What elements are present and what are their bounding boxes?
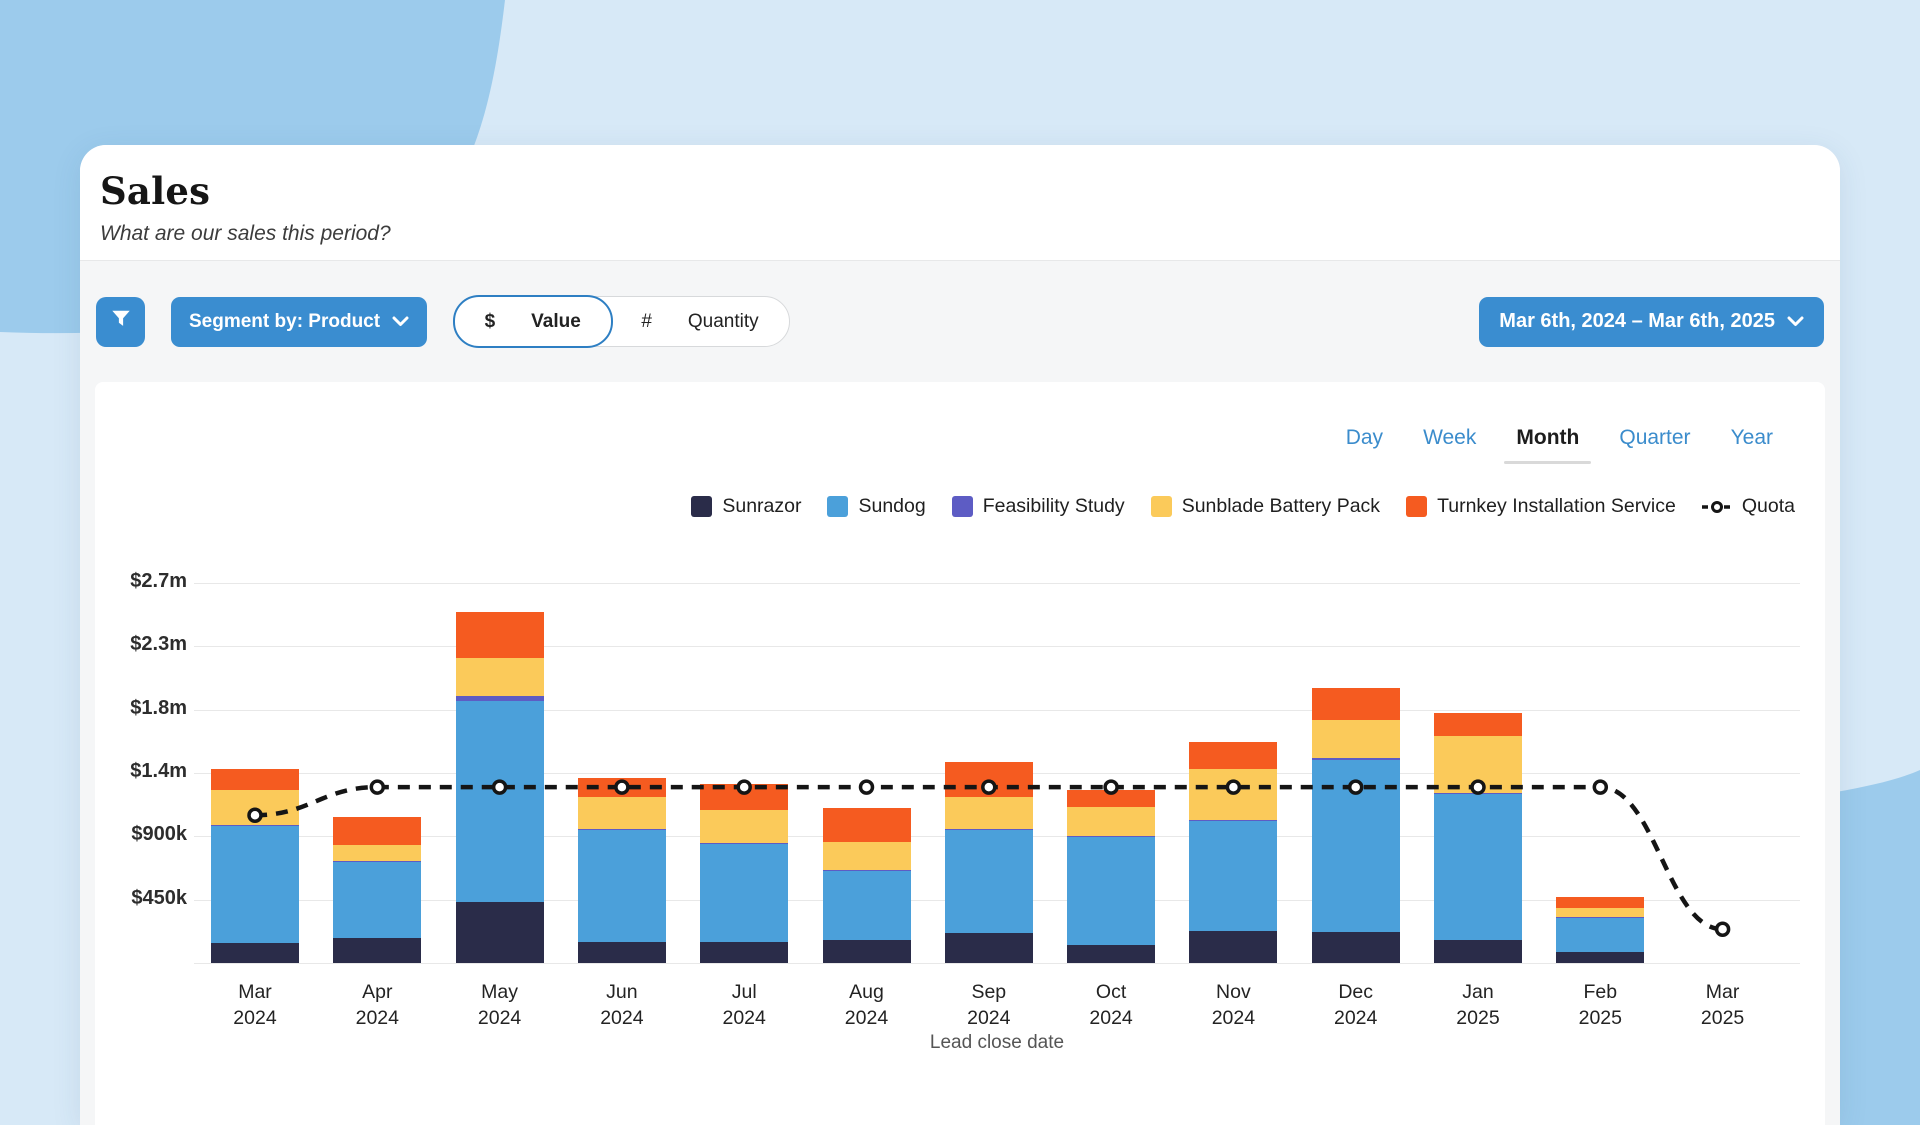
sales-card: Sales What are our sales this period? Se… xyxy=(80,145,1840,1125)
toolbar: Segment by: Product $ Value # Quantity M… xyxy=(80,261,1840,382)
quota-line-overlay xyxy=(95,382,1825,1125)
quota-marker[interactable] xyxy=(249,809,261,821)
quota-marker[interactable] xyxy=(983,781,995,793)
chevron-down-icon xyxy=(1787,310,1804,333)
quota-marker[interactable] xyxy=(861,781,873,793)
toggle-value-option[interactable]: $ Value xyxy=(453,295,613,348)
dollar-icon: $ xyxy=(485,311,496,333)
x-axis-title: Lead close date xyxy=(194,1032,1800,1054)
quota-marker[interactable] xyxy=(1227,781,1239,793)
background-wave-bottom-right xyxy=(1836,770,1920,1125)
quota-marker[interactable] xyxy=(738,781,750,793)
funnel-icon xyxy=(110,308,132,336)
quota-marker[interactable] xyxy=(1350,781,1362,793)
quota-line xyxy=(255,787,1723,929)
quota-marker[interactable] xyxy=(1717,923,1729,935)
date-range-label: Mar 6th, 2024 – Mar 6th, 2025 xyxy=(1499,310,1775,333)
card-header: Sales What are our sales this period? xyxy=(80,145,1840,261)
hash-icon: # xyxy=(641,311,652,333)
quota-marker[interactable] xyxy=(1472,781,1484,793)
quota-marker[interactable] xyxy=(371,781,383,793)
quota-marker[interactable] xyxy=(1105,781,1117,793)
segment-by-label: Segment by: Product xyxy=(189,311,380,333)
toggle-value-label: Value xyxy=(531,311,581,333)
quota-marker[interactable] xyxy=(1594,781,1606,793)
page-title: Sales xyxy=(100,169,1820,213)
date-range-button[interactable]: Mar 6th, 2024 – Mar 6th, 2025 xyxy=(1479,297,1824,347)
value-quantity-toggle: $ Value # Quantity xyxy=(453,296,790,347)
toggle-quantity-label: Quantity xyxy=(688,311,759,333)
filter-button[interactable] xyxy=(96,297,145,347)
chart-panel: Day Week Month Quarter Year SunrazorSund… xyxy=(95,382,1825,1125)
quota-marker[interactable] xyxy=(616,781,628,793)
chart-plot: $450k$900k$1.4m$1.8m$2.3m$2.7mMar2024Apr… xyxy=(95,382,1825,1125)
segment-by-dropdown[interactable]: Segment by: Product xyxy=(171,297,427,347)
chevron-down-icon xyxy=(392,311,409,333)
quota-marker[interactable] xyxy=(494,781,506,793)
toggle-quantity-option[interactable]: # Quantity xyxy=(611,296,788,347)
page-subtitle: What are our sales this period? xyxy=(100,222,1820,246)
